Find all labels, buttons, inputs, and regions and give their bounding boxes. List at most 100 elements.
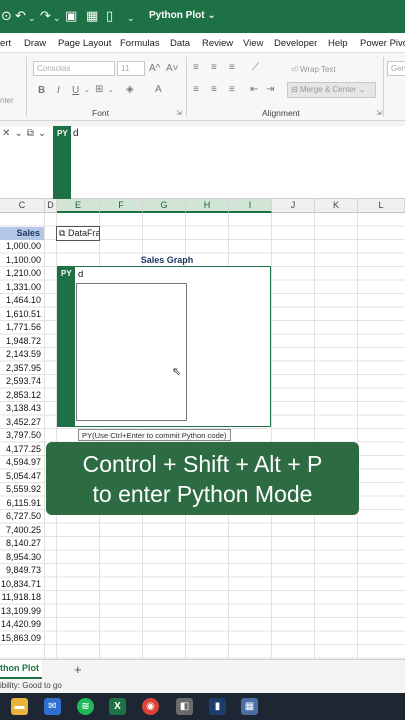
python-code-text[interactable]: d	[78, 269, 83, 280]
align-left-icon[interactable]: ≡	[193, 84, 199, 95]
formula-input[interactable]: d	[73, 128, 79, 139]
sales-value-cell[interactable]: 3,138.43	[0, 402, 44, 415]
excel-icon[interactable]: X	[109, 698, 126, 715]
align-bottom-icon[interactable]: ≡	[229, 62, 235, 73]
tab-view[interactable]: View	[243, 38, 263, 49]
tab-draw[interactable]: Draw	[24, 38, 46, 49]
tab-help[interactable]: Help	[328, 38, 348, 49]
new-file-icon[interactable]: ▯	[106, 9, 113, 23]
sales-value-cell[interactable]: 2,357.95	[0, 362, 44, 375]
alignment-dialog-launcher-icon[interactable]: ⇲	[376, 108, 382, 119]
column-header-l[interactable]: L	[358, 199, 405, 213]
align-top-icon[interactable]: ≡	[193, 62, 199, 73]
customize-dropdown-icon[interactable]: ⌄	[127, 11, 135, 25]
sales-value-cell[interactable]: 2,853.12	[0, 389, 44, 402]
column-header-j[interactable]: J	[272, 199, 315, 213]
undo-icon[interactable]: ↶	[15, 9, 26, 23]
plot-frame[interactable]	[76, 283, 187, 421]
form-icon[interactable]: ▦	[86, 9, 98, 23]
bold-button[interactable]: B	[38, 85, 45, 96]
underline-button[interactable]: U	[72, 85, 79, 96]
tab-page-layout[interactable]: Page Layout	[58, 38, 111, 49]
tab-review[interactable]: Review	[202, 38, 233, 49]
app-icon-2[interactable]: ▮	[209, 698, 226, 715]
sales-value-cell[interactable]: 11,918.18	[0, 591, 44, 604]
sales-value-cell[interactable]: 2,143.59	[0, 348, 44, 361]
autosave-icon[interactable]: ⊙	[1, 9, 12, 23]
sales-value-cell[interactable]: 10,834.71	[0, 578, 44, 591]
underline-dropdown-icon[interactable]: ⌄	[84, 85, 90, 96]
file-explorer-icon[interactable]: ▬	[11, 698, 28, 715]
column-header-d[interactable]: D	[45, 199, 57, 213]
column-header-k[interactable]: K	[315, 199, 358, 213]
sales-value-cell[interactable]: 1,948.72	[0, 335, 44, 348]
sales-value-cell[interactable]: 4,177.25	[0, 443, 44, 456]
decrease-indent-icon[interactable]: ⇤	[250, 84, 258, 95]
tab-data[interactable]: Data	[170, 38, 190, 49]
fill-color-icon[interactable]: ◈	[126, 84, 134, 95]
floppy-save-icon[interactable]: ▣	[65, 9, 77, 23]
sales-value-cell[interactable]: 3,797.50	[0, 429, 44, 442]
calculator-icon[interactable]: ▦	[241, 698, 258, 715]
sales-value-cell[interactable]: 7,400.25	[0, 524, 44, 537]
increase-indent-icon[interactable]: ⇥	[266, 84, 274, 95]
font-color-icon[interactable]: A	[155, 84, 162, 95]
python-layers-icon[interactable]: ⧉	[27, 128, 38, 139]
sales-value-cell[interactable]: 8,140.27	[0, 537, 44, 550]
sales-value-cell[interactable]: 1,610.51	[0, 308, 44, 321]
app-icon[interactable]: ◧	[176, 698, 193, 715]
sales-value-cell[interactable]: 3,452.27	[0, 416, 44, 429]
sales-value-cell[interactable]: 13,109.99	[0, 605, 44, 618]
sales-value-cell[interactable]: 1,331.00	[0, 281, 44, 294]
number-format-select[interactable]: Gen	[387, 61, 405, 76]
sales-value-cell[interactable]: 14,420.99	[0, 618, 44, 631]
add-sheet-button[interactable]: +	[74, 662, 82, 677]
sales-value-cell[interactable]: 9,849.73	[0, 564, 44, 577]
redo-dropdown-icon[interactable]: ⌄	[53, 11, 61, 25]
tab-insert[interactable]: ert	[0, 38, 11, 49]
column-header-f[interactable]: F	[100, 199, 143, 213]
font-size-select[interactable]: 11	[117, 61, 145, 76]
undo-dropdown-icon[interactable]: ⌄	[28, 11, 36, 25]
borders-dropdown-icon[interactable]: ⌄	[108, 85, 114, 96]
mail-icon[interactable]: ✉	[44, 698, 61, 715]
redo-icon[interactable]: ↷	[40, 9, 51, 23]
orientation-icon[interactable]: ⟋	[252, 62, 259, 73]
sales-value-cell[interactable]: 5,559.92	[0, 483, 44, 496]
dataframe-cell[interactable]: ⧉ DataFrame	[56, 226, 100, 241]
column-header-h[interactable]: H	[186, 199, 229, 213]
tab-formulas[interactable]: Formulas	[120, 38, 160, 49]
cancel-icon[interactable]: ✕	[2, 128, 14, 139]
sales-value-cell[interactable]: 1,771.56	[0, 321, 44, 334]
column-header-c[interactable]: C	[0, 199, 45, 213]
sales-value-cell[interactable]: 15,863.09	[0, 632, 44, 645]
align-center-icon[interactable]: ≡	[211, 84, 217, 95]
sales-value-cell[interactable]: 8,954.30	[0, 551, 44, 564]
sales-value-cell[interactable]: 2,593.74	[0, 375, 44, 388]
italic-button[interactable]: I	[57, 85, 60, 96]
sheet-tab-python-plot[interactable]: thon Plot	[0, 660, 42, 679]
font-name-select[interactable]: Consolas	[33, 61, 115, 76]
font-dialog-launcher-icon[interactable]: ⇲	[176, 108, 182, 119]
align-middle-icon[interactable]: ≡	[211, 62, 217, 73]
shrink-font-icon[interactable]: A˅	[166, 63, 179, 74]
sales-value-cell[interactable]: 4,594.97	[0, 456, 44, 469]
align-right-icon[interactable]: ≡	[229, 84, 235, 95]
column-header-e[interactable]: E	[57, 199, 100, 213]
grow-font-icon[interactable]: A^	[149, 63, 160, 74]
tab-developer[interactable]: Developer	[274, 38, 317, 49]
column-header-g[interactable]: G	[143, 199, 186, 213]
sales-value-cell[interactable]: 6,727.50	[0, 510, 44, 523]
sales-value-cell[interactable]: 6,115.91	[0, 497, 44, 510]
chevron-down-icon[interactable]: ⌄	[38, 128, 50, 139]
accessibility-status[interactable]: ibility: Good to go	[0, 681, 62, 690]
column-header-i[interactable]: I	[229, 199, 272, 213]
document-title[interactable]: Python Plot ⌄	[149, 10, 216, 21]
sales-value-cell[interactable]: 1,464.10	[0, 294, 44, 307]
spotify-icon[interactable]: ≋	[77, 698, 94, 715]
wrap-text-button[interactable]: ⏎ Wrap Text	[291, 64, 336, 75]
merge-center-button[interactable]: ⊟ Merge & Center ⌄	[287, 82, 376, 98]
chevron-down-icon[interactable]: ⌄	[14, 128, 26, 139]
sales-value-cell[interactable]: 1,210.00	[0, 267, 44, 280]
borders-icon[interactable]: ⊞	[95, 84, 103, 95]
